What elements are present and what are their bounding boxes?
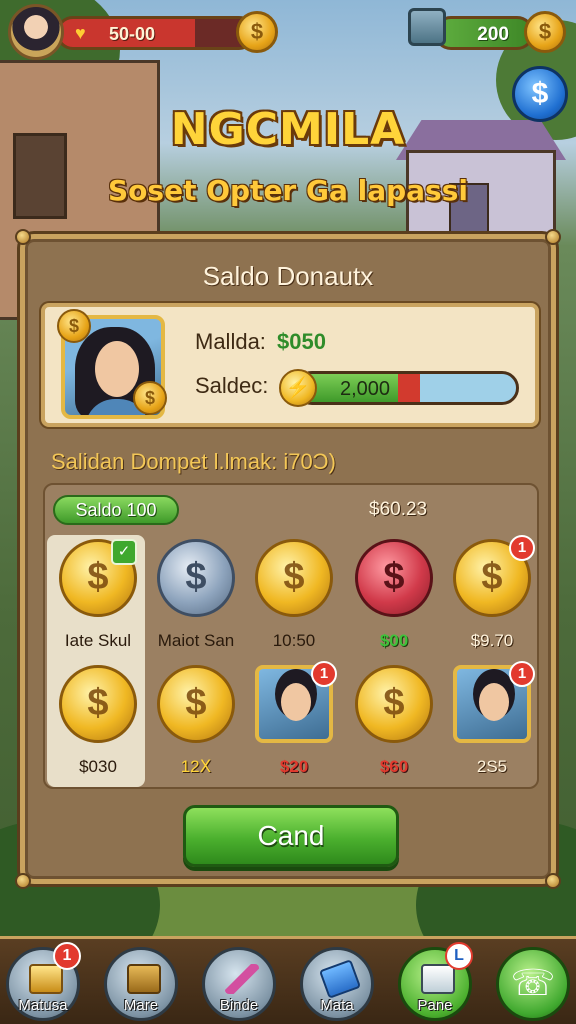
chest-icon [127, 964, 161, 994]
gems-hud: 200 $ [408, 4, 568, 60]
lives-value: 50-00 [109, 24, 156, 44]
notification-badge: 1 [53, 942, 81, 970]
section-label: Salidan Dompet l.lmak: i70Ɔ) [51, 449, 336, 474]
checkmark-icon: ✓ [111, 539, 137, 565]
item-caption: $9.70 [470, 631, 514, 650]
nav-label: Binde [219, 997, 259, 1014]
bottom-nav: 1 Matusa Mare Binde Mata L Pane ☏ [0, 936, 576, 1024]
nav-label: Pane [417, 997, 453, 1014]
item-caption: $00 [379, 631, 409, 650]
item-caption: 10:50 [272, 631, 316, 650]
gold-coin-icon: $ [255, 539, 333, 617]
panel-rivet [15, 229, 31, 245]
items-grid: Saldo 100 $60.23 $ ✓ Iate Skul $ Maiot San $1… [43, 483, 539, 789]
cash-register-icon [421, 964, 455, 994]
cand-button[interactable]: Cand [183, 805, 399, 867]
shop-item[interactable]: 1 $20 [245, 661, 343, 787]
gold-bar-icon [29, 964, 63, 994]
shop-item[interactable]: $12Ⅹ [147, 661, 245, 787]
coin-icon: $ [133, 381, 167, 415]
balance-value: $050 [277, 329, 326, 354]
add-coins-button[interactable]: $ [236, 11, 278, 53]
item-caption: Iate Skul [64, 631, 132, 650]
shop-item[interactable]: $ $00 [345, 535, 443, 661]
lives-bar: ♥ 50-00 [56, 16, 256, 50]
panel-rivet [15, 873, 31, 889]
item-caption: Maiot San [157, 631, 235, 650]
shop-item[interactable]: $10:50 [245, 535, 343, 661]
item-caption: 12Ⅹ [180, 757, 212, 776]
shop-item[interactable]: 1 2S5 [443, 661, 541, 787]
gold-coins-stack-icon: $ [355, 665, 433, 743]
item-caption: $60 [379, 757, 409, 776]
nav-button-mata[interactable]: Mata [300, 947, 374, 1021]
nav-label: Mata [320, 997, 354, 1014]
nav-button-matusa[interactable]: 1 Matusa [6, 942, 81, 1021]
gold-coins-stack-icon: $ [157, 665, 235, 743]
gems-bar: 200 [434, 16, 534, 50]
red-coins-icon: $ [355, 539, 433, 617]
panel-title: Saldo Donautx [202, 261, 374, 291]
nav-button-binde[interactable]: Binde [202, 947, 276, 1021]
top-price: $60.23 [369, 499, 428, 520]
heart-icon: ♥ [75, 23, 86, 43]
add-gems-button[interactable]: $ [524, 11, 566, 53]
saldo-progress-bar: 2,000 [295, 371, 519, 405]
game-title: NGCMILA [170, 104, 406, 155]
notification-badge: 1 [509, 661, 535, 687]
shop-item[interactable]: $ $030 [49, 661, 147, 787]
chest-icon [408, 8, 446, 46]
game-subtitle: Soset Opter Ga lapassi [108, 174, 468, 207]
notification-badge: 1 [311, 661, 337, 687]
saldo-value: 2,000 [340, 378, 391, 400]
shop-item[interactable]: $1 $9.70 [443, 535, 541, 661]
panel-rivet [545, 229, 561, 245]
item-caption: $030 [79, 757, 117, 776]
balance-label: Mallda: [195, 329, 266, 354]
profile-card: $ $ Mallda: $050 Saldec: ⚡ 2,000 [41, 303, 539, 427]
panel-rivet [545, 873, 561, 889]
notification-badge: 1 [509, 535, 535, 561]
brush-icon [225, 964, 259, 994]
player-avatar[interactable] [8, 4, 64, 60]
saldo-badge[interactable]: Saldo 100 [53, 495, 179, 525]
shop-item[interactable]: $ Maiot San [147, 535, 245, 661]
item-caption: 2S5 [476, 757, 508, 776]
lives-hud: ♥ 50-00 $ [8, 4, 278, 60]
progress-marker [398, 374, 421, 402]
shop-item[interactable]: $ $60 [345, 661, 443, 787]
saldo-label: Saldec: [195, 373, 269, 398]
coin-icon: $ [57, 309, 91, 343]
phone-icon[interactable]: ☏ [496, 947, 570, 1021]
nav-label: Mare [123, 997, 159, 1014]
lightning-coin-icon: ⚡ [279, 369, 317, 407]
wallet-panel: Saldo Donautx $ $ Mallda: $050 Saldec: ⚡… [15, 229, 561, 889]
notification-badge: L [445, 942, 473, 970]
silver-coins-icon: $ [157, 539, 235, 617]
banknote-icon [318, 959, 362, 999]
gold-coin-icon: $ [59, 665, 137, 743]
nav-button-mare[interactable]: Mare [104, 947, 178, 1021]
gems-value: 200 [477, 24, 509, 45]
nav-button-pane[interactable]: L Pane [398, 942, 473, 1021]
item-caption: $20 [279, 757, 309, 776]
shop-item[interactable]: $ ✓ Iate Skul [49, 535, 147, 661]
nav-label: Matusa [18, 997, 68, 1014]
